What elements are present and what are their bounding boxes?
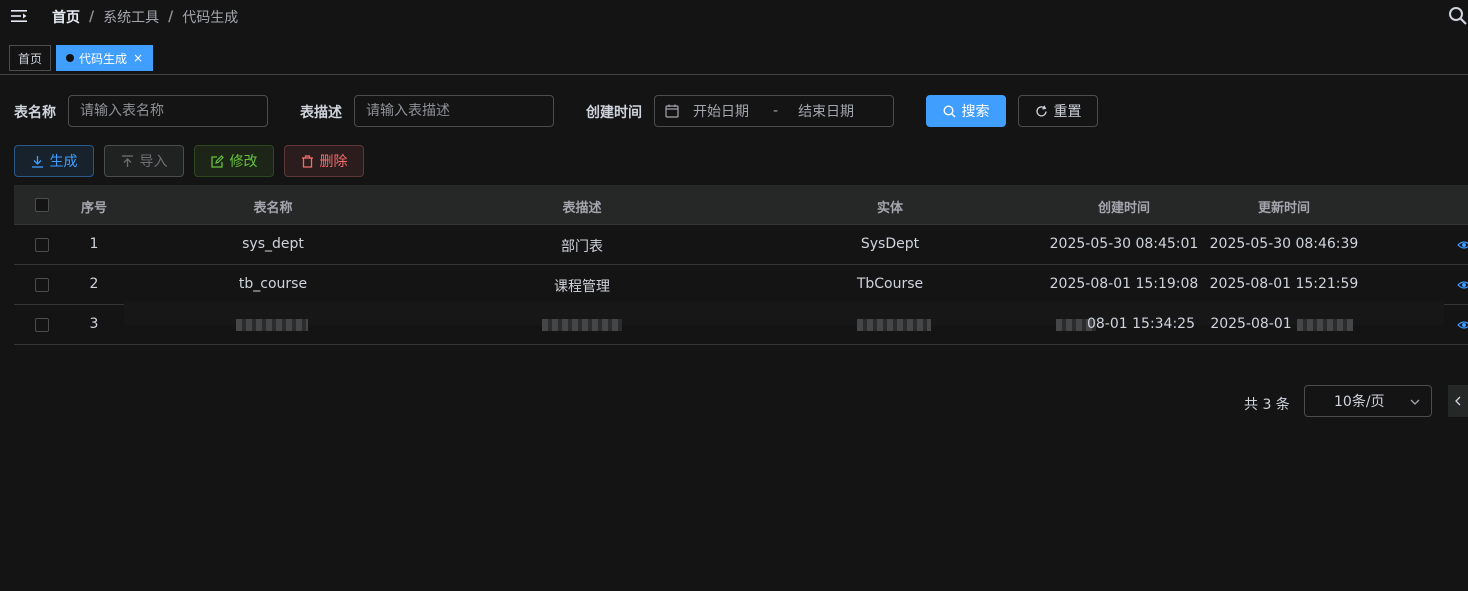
search-icon: [942, 104, 955, 117]
table-desc-label: 表描述: [300, 105, 342, 121]
breadcrumb-system-tools: 系统工具: [103, 10, 160, 26]
table-name-input[interactable]: [68, 95, 268, 127]
cell-table-name: tb_course: [238, 276, 308, 292]
date-range-picker[interactable]: 开始日期 - 结束日期: [654, 95, 894, 127]
active-dot-icon: [66, 54, 74, 62]
download-icon: [31, 155, 43, 168]
delete-button[interactable]: 删除: [284, 145, 364, 177]
breadcrumb-code-gen: 代码生成: [182, 10, 239, 26]
cell-update-time: 2025-08-01: [1210, 316, 1292, 332]
table-row[interactable]: 1 sys_dept 部门表 SysDept 2025-05-30 08:45:…: [14, 225, 1468, 265]
reset-button[interactable]: 重置: [1018, 95, 1098, 127]
tag-home-label: 首页: [18, 51, 43, 66]
row-checkbox[interactable]: [35, 278, 49, 292]
cell-create-time: 2025-05-30 08:45:01: [1049, 236, 1199, 252]
edit-button[interactable]: 修改: [194, 145, 274, 177]
redacted-entity: [857, 319, 931, 331]
tag-code-gen-label: 代码生成: [79, 51, 128, 66]
tag-code-gen[interactable]: 代码生成 ×: [56, 45, 154, 71]
edit-button-label: 修改: [229, 154, 258, 170]
navbar: 首页 / 系统工具 / 代码生成: [0, 0, 1468, 34]
col-header-create-time: 创建时间: [1097, 201, 1151, 216]
upload-icon: [121, 154, 133, 167]
page-size-select[interactable]: 10条/页: [1304, 385, 1432, 417]
end-date-input[interactable]: 结束日期: [798, 101, 854, 121]
cell-create-time: 2025-08-01 15:19:08: [1049, 276, 1199, 292]
create-time-label: 创建时间: [586, 105, 642, 121]
cell-index: 2: [89, 276, 99, 292]
row-checkbox[interactable]: [35, 318, 49, 332]
cell-table-desc: 课程管理: [554, 279, 610, 295]
range-separator: -: [773, 103, 779, 119]
col-header-table-name: 表名称: [253, 201, 293, 216]
menu-fold-icon[interactable]: [10, 7, 28, 25]
cell-table-name: sys_dept: [242, 236, 304, 252]
refresh-icon: [1035, 105, 1047, 116]
start-date-input[interactable]: 开始日期: [693, 101, 765, 121]
cell-index: 1: [89, 236, 99, 252]
col-header-entity: 实体: [876, 201, 904, 216]
cell-update-time: 2025-08-01 15:21:59: [1209, 276, 1359, 292]
cell-update-time: 2025-05-30 08:46:39: [1209, 236, 1359, 252]
pagination-total: 共 3 条: [1244, 397, 1290, 413]
table-desc-input[interactable]: [354, 95, 554, 127]
generate-button-label: 生成: [49, 154, 78, 170]
preview-eye-icon[interactable]: [1457, 238, 1468, 252]
import-button-label: 导入: [139, 154, 168, 170]
breadcrumb-separator: /: [89, 9, 95, 25]
edit-icon: [210, 154, 224, 168]
col-header-index: 序号: [80, 201, 108, 216]
redacted-table-name: [236, 319, 308, 331]
redacted-update-time: [1297, 319, 1353, 331]
col-header-update-time: 更新时间: [1257, 201, 1311, 216]
breadcrumb: 首页 / 系统工具 / 代码生成: [52, 7, 238, 27]
chevron-down-icon: [1410, 399, 1420, 405]
page-size-value: 10条/页: [1334, 394, 1385, 410]
calendar-icon: [665, 104, 679, 118]
cell-create-time: 08-01 15:34:25: [1086, 316, 1196, 332]
cell-entity: TbCourse: [856, 276, 924, 292]
table-row[interactable]: 2 tb_course 课程管理 TbCourse 2025-08-01 15:…: [14, 265, 1468, 305]
reset-button-label: 重置: [1053, 104, 1082, 120]
delete-button-label: 删除: [319, 154, 348, 170]
prev-page-button[interactable]: [1448, 385, 1468, 417]
breadcrumb-separator: /: [168, 9, 174, 25]
cell-index: 3: [89, 316, 99, 332]
close-icon[interactable]: ×: [133, 51, 143, 65]
search-icon[interactable]: [1448, 6, 1468, 26]
trash-icon: [301, 154, 313, 168]
search-button[interactable]: 搜索: [926, 95, 1006, 127]
redacted-table-desc: [542, 319, 622, 331]
chevron-left-icon: [1455, 396, 1461, 406]
search-button-label: 搜索: [961, 104, 990, 120]
select-all-checkbox[interactable]: [35, 198, 49, 212]
cell-entity: SysDept: [860, 236, 920, 252]
table-row[interactable]: 3 08-01 15:34:25 2025-08-01: [14, 301, 1468, 345]
generate-button[interactable]: 生成: [14, 145, 94, 177]
row-checkbox[interactable]: [35, 238, 49, 252]
preview-eye-icon[interactable]: [1457, 318, 1468, 332]
table-name-label: 表名称: [14, 105, 56, 121]
col-header-table-desc: 表描述: [562, 201, 602, 216]
table-header: 序号 表名称 表描述 实体 创建时间 更新时间: [14, 185, 1468, 225]
tag-home[interactable]: 首页: [9, 45, 52, 71]
import-button[interactable]: 导入: [104, 145, 184, 177]
cell-table-desc: 部门表: [561, 239, 603, 255]
preview-eye-icon[interactable]: [1457, 278, 1468, 292]
tags-view: 首页 代码生成 ×: [0, 42, 1468, 75]
breadcrumb-home[interactable]: 首页: [52, 7, 80, 27]
